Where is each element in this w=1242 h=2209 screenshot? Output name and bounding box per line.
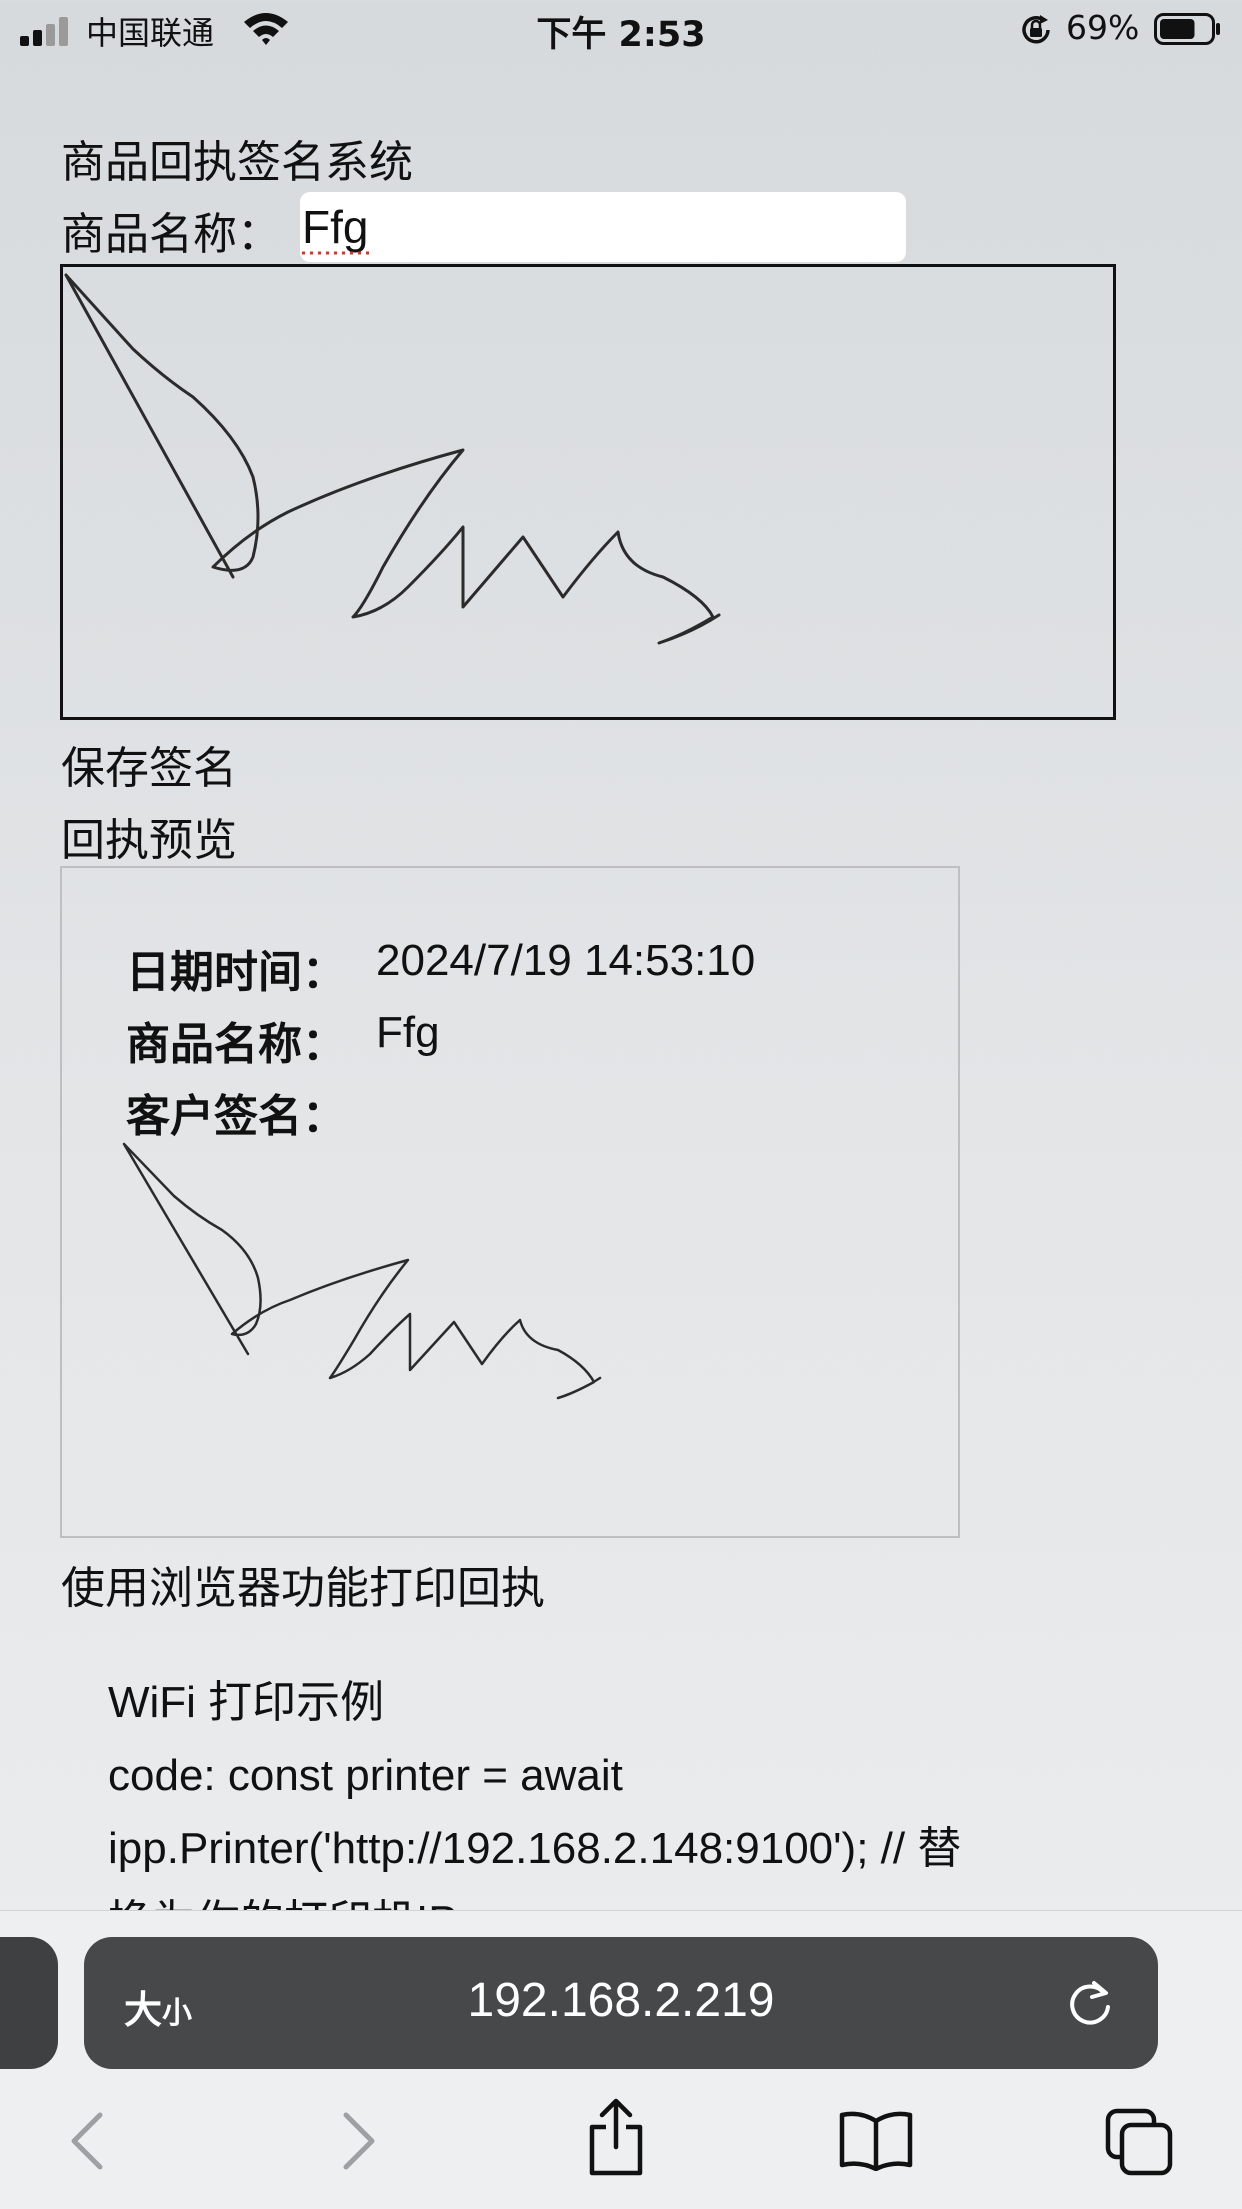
product-name-label: 商品名称： xyxy=(61,210,281,259)
bookmarks-icon[interactable] xyxy=(838,2109,914,2171)
product-name-input[interactable] xyxy=(300,192,906,262)
share-icon[interactable] xyxy=(584,2097,648,2177)
wifi-print-example: WiFi 打印示例 code: const printer = await ip… xyxy=(108,1666,1168,1910)
code-line: ipp.Printer('http://192.168.2.148:9100')… xyxy=(108,1824,962,1873)
datetime-label: 日期时间： xyxy=(126,948,346,997)
forward-icon[interactable] xyxy=(324,2105,388,2177)
spellcheck-underline xyxy=(302,251,370,255)
save-signature-button[interactable]: 保存签名 xyxy=(61,732,237,796)
orientation-lock-icon xyxy=(1022,15,1050,44)
signature-canvas[interactable] xyxy=(60,264,1116,720)
status-time: 下午 2:53 xyxy=(536,15,706,55)
browser-toolbar: 大小 192.168.2.219 xyxy=(0,1910,1242,2209)
page-title: 商品回执签名系统 xyxy=(61,138,413,187)
reload-icon[interactable] xyxy=(1064,1977,1116,2029)
code-line: WiFi 打印示例 xyxy=(108,1678,385,1727)
web-content: 商品回执签名系统 商品名称： 保存签名 回执预览 日期时间： 2024/7/19… xyxy=(0,0,1242,1910)
battery-icon xyxy=(1154,13,1220,45)
status-bar: 中国联通 下午 2:53 69% xyxy=(0,0,1242,62)
receipt-preview-title: 回执预览 xyxy=(61,816,237,865)
battery-percentage: 69% xyxy=(1066,8,1140,47)
product-label: 商品名称： xyxy=(126,1020,346,1069)
signature-image xyxy=(122,1142,602,1400)
tabs-icon[interactable] xyxy=(1104,2107,1174,2177)
print-receipt-link[interactable]: 使用浏览器功能打印回执 xyxy=(61,1552,545,1616)
product-value: Ffg xyxy=(376,1008,440,1057)
address-bar[interactable]: 大小 192.168.2.219 xyxy=(84,1937,1158,2069)
back-icon[interactable] xyxy=(58,2105,122,2177)
signature-stroke xyxy=(64,273,721,645)
datetime-value: 2024/7/19 14:53:10 xyxy=(376,936,756,985)
code-line: code: const printer = await xyxy=(108,1751,623,1800)
previous-tab-preview[interactable] xyxy=(0,1937,58,2069)
receipt-preview: 日期时间： 2024/7/19 14:53:10 商品名称： Ffg 客户签名： xyxy=(60,866,960,1538)
code-line: 换为你的打印机IP xyxy=(108,1885,1168,1910)
url-text[interactable]: 192.168.2.219 xyxy=(84,1973,1158,2028)
signature-label: 客户签名： xyxy=(126,1092,346,1141)
